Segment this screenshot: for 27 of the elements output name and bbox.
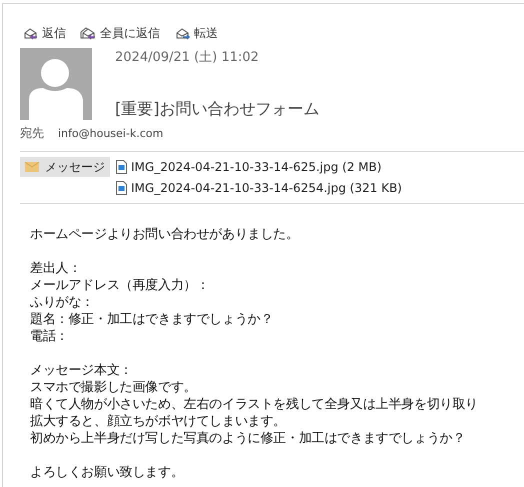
message-line: 暗くて人物が小さいため、左右のイラストを残して全身又は上半身を切り取り [30, 396, 479, 413]
message-line: 電話： [30, 328, 70, 345]
reply-button[interactable]: 返信 [20, 24, 68, 42]
recipient-address: info@housei-k.com [58, 126, 164, 140]
image-file-icon [116, 160, 127, 174]
message-line: よろしくお願い致します。 [30, 464, 185, 481]
image-file-icon [116, 180, 127, 194]
envelopes-left-arrow-icon [80, 25, 97, 41]
message-line: 拡大すると、顔立ちがボヤけてしまいます。 [30, 413, 288, 430]
message-line: ホームページよりお問い合わせがありました。 [30, 226, 300, 243]
reply-all-button[interactable]: 全員に返信 [78, 24, 162, 42]
message-line: ふりがな： [30, 294, 96, 311]
message-line: 差出人： [30, 260, 82, 277]
attachment-link[interactable]: IMG_2024-04-21-10-33-14-6254.jpg (321 KB) [116, 178, 402, 197]
sent-date: 2024/09/21 (土) 11:02 [115, 49, 260, 66]
forward-button[interactable]: 転送 [172, 24, 220, 42]
avatar-icon [20, 48, 92, 120]
message-line: 題名：修正・加工はできますでしょうか？ [30, 311, 274, 328]
message-tab[interactable]: メッセージ [20, 157, 110, 177]
message-line: 初めから上半身だけ写した写真のように修正・加工はできますでしょうか？ [30, 430, 466, 447]
message-line: スマホで撮影した画像です。 [30, 379, 198, 396]
message-line: メッセージ本文： [30, 362, 134, 379]
message-line: メールアドレス（再度入力）： [30, 277, 210, 294]
attachment-link[interactable]: IMG_2024-04-21-10-33-14-625.jpg (2 MB) [116, 157, 402, 176]
envelope-icon [25, 162, 39, 172]
email-subject: [重要]お問い合わせフォーム [115, 99, 320, 120]
to-label: 宛先 [20, 124, 44, 142]
